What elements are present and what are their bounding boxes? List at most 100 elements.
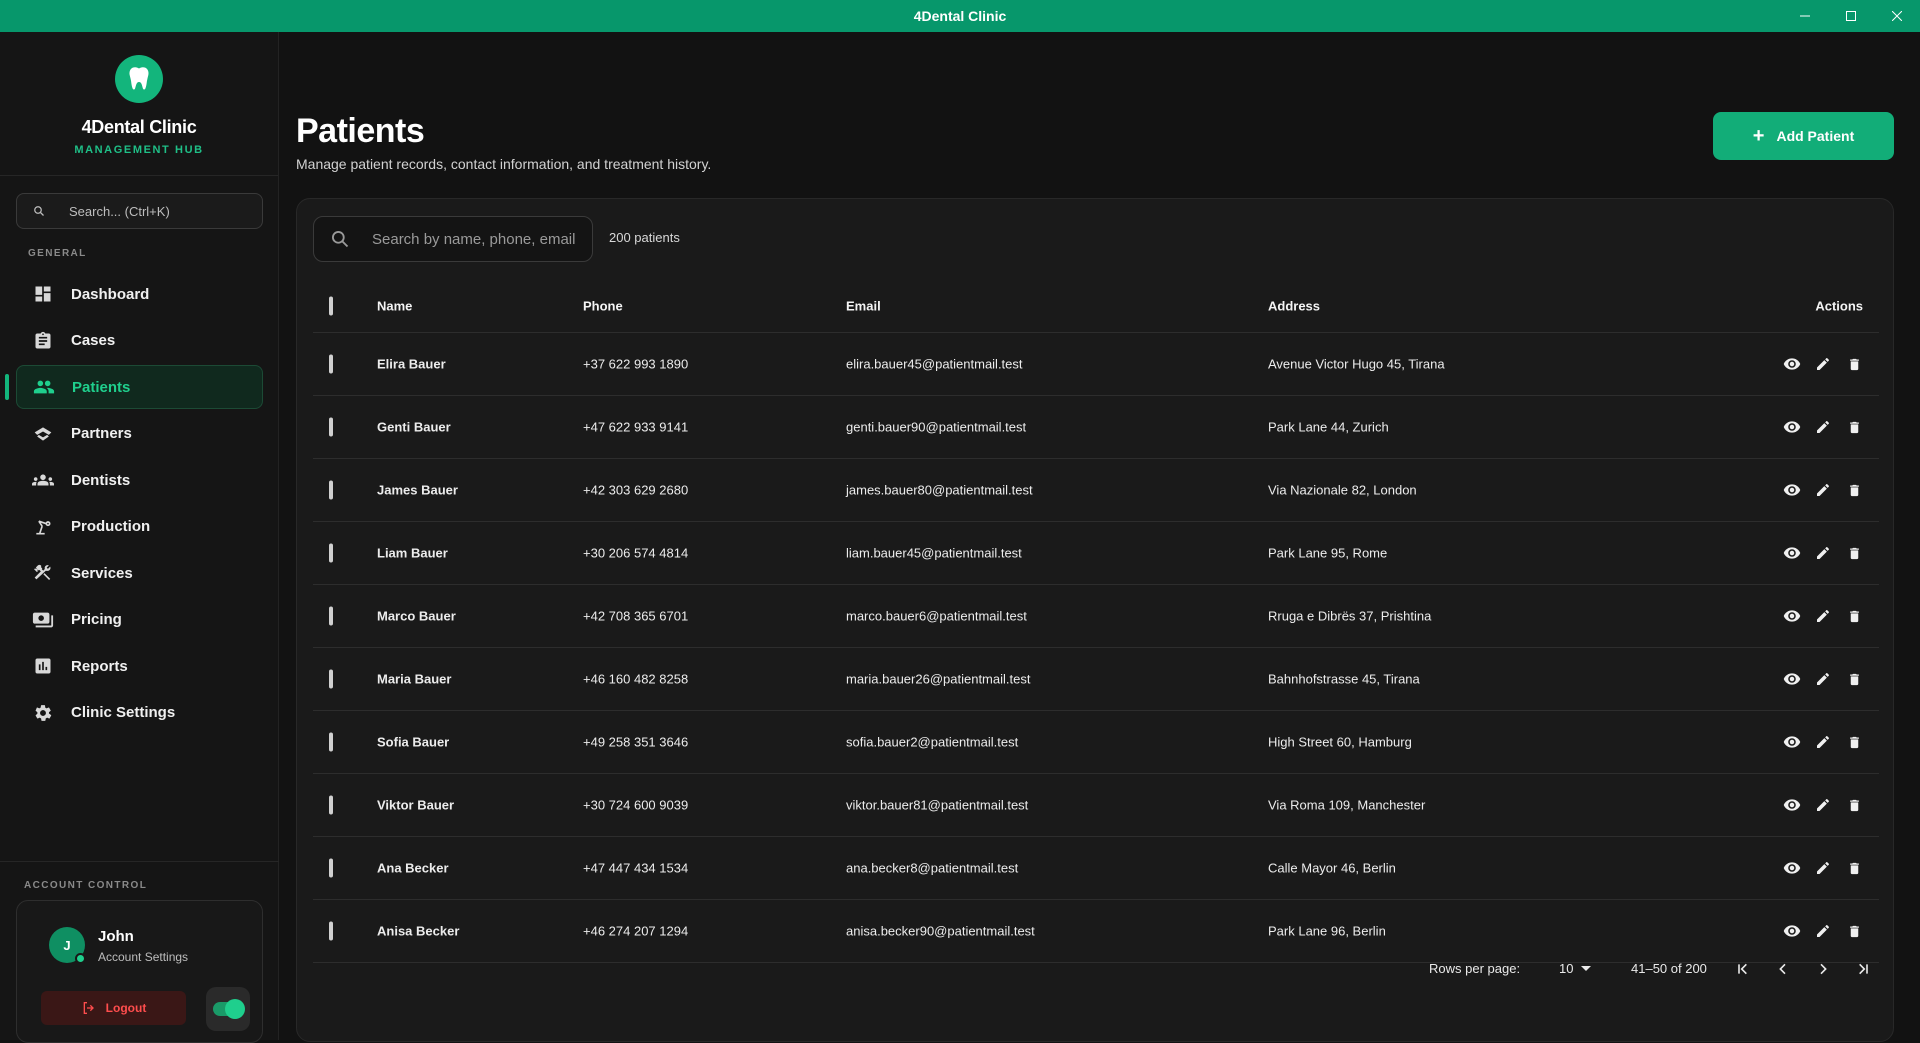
sidebar-item-dashboard[interactable]: Dashboard bbox=[16, 272, 263, 316]
next-page-button[interactable] bbox=[1811, 957, 1835, 981]
first-page-button[interactable] bbox=[1731, 957, 1755, 981]
view-eye-icon[interactable] bbox=[1783, 670, 1801, 688]
table-row[interactable]: Marco Bauer +42 708 365 6701 marco.bauer6@… bbox=[313, 585, 1879, 648]
previous-page-button[interactable] bbox=[1771, 957, 1795, 981]
edit-pencil-icon[interactable] bbox=[1814, 481, 1832, 499]
sidebar-search-placeholder: Search... (Ctrl+K) bbox=[69, 203, 170, 219]
delete-trash-icon[interactable] bbox=[1845, 544, 1863, 562]
gear-icon bbox=[32, 702, 54, 724]
delete-trash-icon[interactable] bbox=[1845, 859, 1863, 877]
section-label-general: GENERAL bbox=[28, 248, 87, 259]
sidebar-item-cases[interactable]: Cases bbox=[16, 319, 263, 363]
row-checkbox[interactable] bbox=[329, 606, 333, 626]
sidebar-item-dentists[interactable]: Dentists bbox=[16, 458, 263, 502]
sidebar-item-partners[interactable]: Partners bbox=[16, 412, 263, 456]
row-checkbox[interactable] bbox=[329, 354, 333, 374]
column-header-email[interactable]: Email bbox=[846, 298, 881, 313]
logout-button[interactable]: Logout bbox=[41, 991, 186, 1025]
delete-trash-icon[interactable] bbox=[1845, 796, 1863, 814]
delete-trash-icon[interactable] bbox=[1845, 418, 1863, 436]
table-row[interactable]: Genti Bauer +47 622 933 9141 genti.bauer90… bbox=[313, 396, 1879, 459]
column-header-phone[interactable]: Phone bbox=[583, 298, 623, 313]
delete-trash-icon[interactable] bbox=[1845, 607, 1863, 625]
add-patient-button[interactable]: + Add Patient bbox=[1713, 112, 1894, 160]
edit-pencil-icon[interactable] bbox=[1814, 922, 1832, 940]
theme-toggle-button[interactable] bbox=[206, 987, 250, 1031]
view-eye-icon[interactable] bbox=[1783, 481, 1801, 499]
view-eye-icon[interactable] bbox=[1783, 922, 1801, 940]
sidebar-item-label: Patients bbox=[72, 378, 131, 396]
sidebar-item-clinic-settings[interactable]: Clinic Settings bbox=[16, 691, 263, 735]
edit-pencil-icon[interactable] bbox=[1814, 544, 1832, 562]
row-checkbox[interactable] bbox=[329, 480, 333, 500]
view-eye-icon[interactable] bbox=[1783, 418, 1801, 436]
patient-name: Marco Bauer bbox=[377, 608, 456, 624]
sidebar-item-reports[interactable]: Reports bbox=[16, 644, 263, 688]
view-eye-icon[interactable] bbox=[1783, 355, 1801, 373]
minimize-button[interactable] bbox=[1782, 0, 1828, 32]
last-page-button[interactable] bbox=[1851, 957, 1875, 981]
patient-search-input[interactable]: Search by name, phone, email bbox=[313, 216, 593, 262]
view-eye-icon[interactable] bbox=[1783, 733, 1801, 751]
rows-per-page-select[interactable]: 10 bbox=[1559, 961, 1592, 976]
patient-address: Bahnhofstrasse 45, Tirana bbox=[1268, 671, 1420, 687]
patients-table: Name Phone Email Address Actions Elira B… bbox=[313, 279, 1879, 963]
table-row[interactable]: Maria Bauer +46 160 482 8258 maria.bauer26… bbox=[313, 648, 1879, 711]
table-row[interactable]: Ana Becker +47 447 434 1534 ana.becker8@pa… bbox=[313, 837, 1879, 900]
patient-phone: +42 303 629 2680 bbox=[583, 482, 689, 498]
delete-trash-icon[interactable] bbox=[1845, 355, 1863, 373]
avatar[interactable]: J bbox=[49, 927, 86, 964]
row-checkbox[interactable] bbox=[329, 732, 333, 752]
edit-pencil-icon[interactable] bbox=[1814, 859, 1832, 877]
toggle-switch-icon bbox=[213, 999, 245, 1019]
sidebar-item-production[interactable]: Production bbox=[16, 505, 263, 549]
table-row[interactable]: Elira Bauer +37 622 993 1890 elira.bauer45… bbox=[313, 333, 1879, 396]
pagination: Rows per page: 10 41–50 of 200 bbox=[313, 941, 1879, 997]
patient-count: 200 patients bbox=[609, 230, 680, 245]
column-header-address[interactable]: Address bbox=[1268, 298, 1320, 313]
sidebar: 4Dental Clinic MANAGEMENT HUB Search... … bbox=[0, 32, 279, 1043]
row-checkbox[interactable] bbox=[329, 921, 333, 941]
sidebar-item-services[interactable]: Services bbox=[16, 551, 263, 595]
close-window-button[interactable] bbox=[1874, 0, 1920, 32]
patient-name: Maria Bauer bbox=[377, 671, 452, 687]
brand-subtitle: MANAGEMENT HUB bbox=[74, 144, 204, 156]
delete-trash-icon[interactable] bbox=[1845, 733, 1863, 751]
view-eye-icon[interactable] bbox=[1783, 859, 1801, 877]
delete-trash-icon[interactable] bbox=[1845, 670, 1863, 688]
view-eye-icon[interactable] bbox=[1783, 796, 1801, 814]
view-eye-icon[interactable] bbox=[1783, 544, 1801, 562]
edit-pencil-icon[interactable] bbox=[1814, 607, 1832, 625]
account-settings-link[interactable]: Account Settings bbox=[98, 950, 188, 964]
maximize-button[interactable] bbox=[1828, 0, 1874, 32]
view-eye-icon[interactable] bbox=[1783, 607, 1801, 625]
sidebar-search-input[interactable]: Search... (Ctrl+K) bbox=[16, 193, 263, 229]
edit-pencil-icon[interactable] bbox=[1814, 733, 1832, 751]
table-row[interactable]: Liam Bauer +30 206 574 4814 liam.bauer45@p… bbox=[313, 522, 1879, 585]
delete-trash-icon[interactable] bbox=[1845, 481, 1863, 499]
edit-pencil-icon[interactable] bbox=[1814, 796, 1832, 814]
column-header-name[interactable]: Name bbox=[377, 298, 412, 313]
select-all-checkbox[interactable] bbox=[329, 296, 333, 315]
patient-phone: +30 206 574 4814 bbox=[583, 545, 689, 561]
table-row[interactable]: Sofia Bauer +49 258 351 3646 sofia.bauer2@… bbox=[313, 711, 1879, 774]
edit-pencil-icon[interactable] bbox=[1814, 670, 1832, 688]
row-checkbox[interactable] bbox=[329, 795, 333, 815]
delete-trash-icon[interactable] bbox=[1845, 922, 1863, 940]
row-checkbox[interactable] bbox=[329, 417, 333, 437]
row-checkbox[interactable] bbox=[329, 543, 333, 563]
row-checkbox[interactable] bbox=[329, 858, 333, 878]
sidebar-item-patients[interactable]: Patients bbox=[5, 365, 263, 409]
table-row[interactable]: Viktor Bauer +30 724 600 9039 viktor.bauer… bbox=[313, 774, 1879, 837]
sidebar-item-pricing[interactable]: Pricing bbox=[16, 598, 263, 642]
patient-address: Avenue Victor Hugo 45, Tirana bbox=[1268, 356, 1445, 372]
sidebar-item-label: Dashboard bbox=[71, 285, 150, 303]
sidebar-item-label: Cases bbox=[71, 332, 116, 349]
edit-pencil-icon[interactable] bbox=[1814, 418, 1832, 436]
row-checkbox[interactable] bbox=[329, 669, 333, 689]
row-actions bbox=[1783, 418, 1863, 436]
table-row[interactable]: James Bauer +42 303 629 2680 james.bauer80… bbox=[313, 459, 1879, 522]
dashboard-icon bbox=[32, 283, 54, 305]
sidebar-item-label: Partners bbox=[71, 425, 132, 442]
edit-pencil-icon[interactable] bbox=[1814, 355, 1832, 373]
